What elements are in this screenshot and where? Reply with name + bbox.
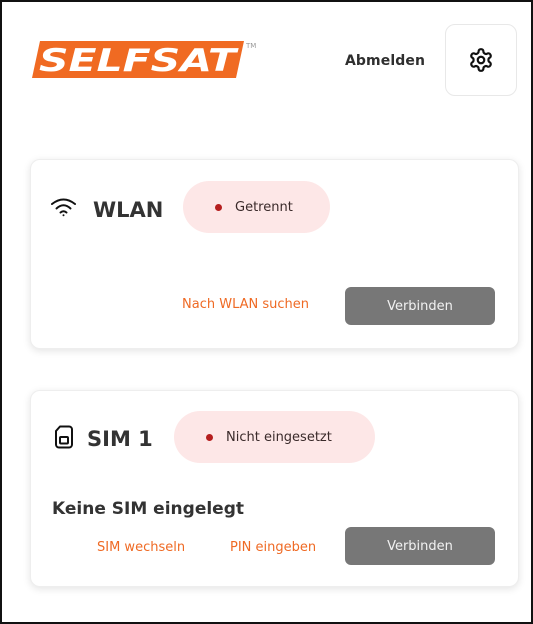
wifi-connect-button[interactable]: Verbinden	[345, 287, 495, 325]
sim-card-icon	[55, 425, 73, 449]
gear-icon	[470, 48, 492, 72]
wifi-title: WLAN	[93, 198, 164, 222]
status-dot	[215, 203, 222, 211]
app-frame: SELFSAT TM Abmelden WLAN Getrennt Nach W…	[0, 0, 533, 624]
sim-status-text: Nicht eingesetzt	[226, 429, 332, 445]
logo-wordmark: SELFSAT	[39, 43, 240, 79]
settings-button[interactable]	[445, 24, 517, 96]
sim-connect-button[interactable]: Verbinden	[345, 527, 495, 565]
switch-sim-link[interactable]: SIM wechseln	[97, 540, 185, 555]
wifi-icon	[51, 198, 76, 217]
sim-status-badge: Nicht eingesetzt	[174, 411, 375, 463]
logout-link[interactable]: Abmelden	[345, 53, 425, 69]
wifi-status-text: Getrennt	[235, 199, 293, 215]
wifi-status-badge: Getrennt	[183, 181, 330, 233]
selfsat-logo: SELFSAT TM	[32, 41, 256, 79]
sim-title: SIM 1	[87, 427, 153, 451]
status-dot	[206, 433, 213, 441]
logo-trademark: TM	[245, 42, 256, 50]
wifi-card: WLAN Getrennt Nach WLAN suchen Verbinden	[30, 159, 519, 349]
enter-pin-link[interactable]: PIN eingeben	[230, 540, 316, 555]
sim-card: SIM 1 Nicht eingesetzt Keine SIM eingele…	[30, 390, 519, 587]
sim-message: Keine SIM eingelegt	[52, 499, 244, 519]
search-wifi-link[interactable]: Nach WLAN suchen	[182, 297, 309, 312]
